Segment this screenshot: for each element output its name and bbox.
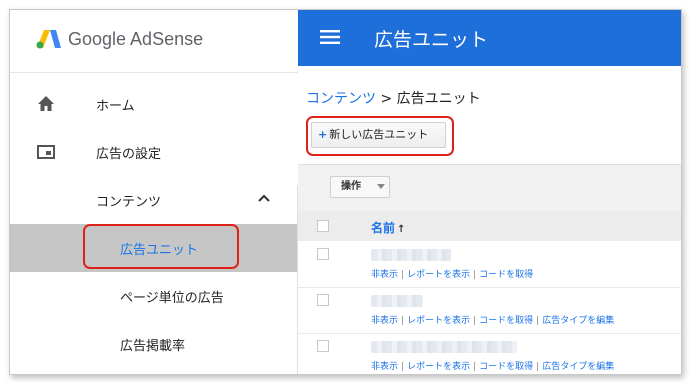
sidebar-item-label: ホーム [96,99,135,114]
row-actions: 非表示 | レポートを表示 | コードを取得 | 広告タイプを編集 [371,316,615,326]
highlight-box-new-ad-unit [306,116,454,156]
hide-link[interactable]: 非表示 [371,270,398,280]
sidebar-item-label: 広告掲載率 [120,339,186,354]
sidebar-item-home[interactable]: ホーム [10,82,298,126]
get-code-link[interactable]: コードを取得 [479,270,533,280]
page-title: 広告ユニット [374,29,489,51]
chevron-up-icon[interactable] [256,190,272,206]
dropdown-caret-icon [377,184,385,189]
breadcrumb: コンテンツ > 広告ユニット [306,88,481,108]
view-report-link[interactable]: レポートを表示 [407,362,470,372]
main-content: コンテンツ > 広告ユニット + 新しい広告ユニット 操作 名前 ↑ 非表示 | レポー… [298,66,681,374]
table-header: 名前 ↑ [298,211,681,241]
adsense-window: Google AdSense ホーム 広告の設定 コンテンツ 広告ユニット ペー… [9,9,682,375]
row-checkbox[interactable] [317,340,329,352]
table-toolbar: 操作 [298,164,681,212]
logo-text: Google AdSense [68,29,204,49]
sidebar-item-label: コンテンツ [96,195,162,210]
sidebar-item-ad-coverage[interactable]: 広告掲載率 [10,322,298,366]
sort-ascending-icon: ↑ [397,224,406,235]
column-header-name[interactable]: 名前 ↑ [371,219,405,236]
sidebar: Google AdSense ホーム 広告の設定 コンテンツ 広告ユニット ペー… [10,10,300,374]
redacted-ad-unit-name[interactable] [371,295,423,307]
sidebar-item-label: 広告の設定 [96,147,162,162]
adsense-logo-icon [36,30,61,49]
sidebar-item-ad-settings[interactable]: 広告の設定 [10,130,298,174]
sidebar-item-content[interactable]: コンテンツ [10,178,298,222]
edit-ad-type-link[interactable]: 広告タイプを編集 [542,362,614,372]
home-icon [38,96,54,111]
row-actions: 非表示 | レポートを表示 | コードを取得 [371,270,534,280]
view-report-link[interactable]: レポートを表示 [407,270,470,280]
sidebar-item-page-level-ads[interactable]: ページ単位の広告 [10,274,298,318]
get-code-link[interactable]: コードを取得 [479,362,533,372]
app-header: 広告ユニット [298,10,681,66]
operations-label: 操作 [341,181,361,192]
redacted-ad-unit-name[interactable] [371,341,517,353]
select-all-checkbox[interactable] [317,220,329,232]
row-checkbox[interactable] [317,294,329,306]
hide-link[interactable]: 非表示 [371,316,398,326]
operations-dropdown[interactable]: 操作 [330,176,390,198]
table-row: 非表示 | レポートを表示 | コードを取得 | 広告タイプを編集 [298,288,681,334]
ad-settings-icon [37,145,55,159]
edit-ad-type-link[interactable]: 広告タイプを編集 [542,316,614,326]
get-code-link[interactable]: コードを取得 [479,316,533,326]
row-actions: 非表示 | レポートを表示 | コードを取得 | 広告タイプを編集 [371,362,615,372]
hide-link[interactable]: 非表示 [371,362,398,372]
menu-icon[interactable] [320,30,340,44]
table-row: 非表示 | レポートを表示 | コードを取得 | 広告タイプを編集 [298,334,681,374]
table-row: 非表示 | レポートを表示 | コードを取得 [298,242,681,288]
breadcrumb-current: 広告ユニット [396,91,481,107]
redacted-ad-unit-name[interactable] [371,249,451,261]
sidebar-item-label: ページ単位の広告 [120,291,224,306]
view-report-link[interactable]: レポートを表示 [407,316,470,326]
breadcrumb-separator: > [376,91,397,107]
breadcrumb-link-content[interactable]: コンテンツ [306,91,376,107]
highlight-box-ad-units [83,224,239,269]
column-header-name-label: 名前 [371,221,396,235]
logo-row: Google AdSense [10,10,298,73]
row-checkbox[interactable] [317,248,329,260]
